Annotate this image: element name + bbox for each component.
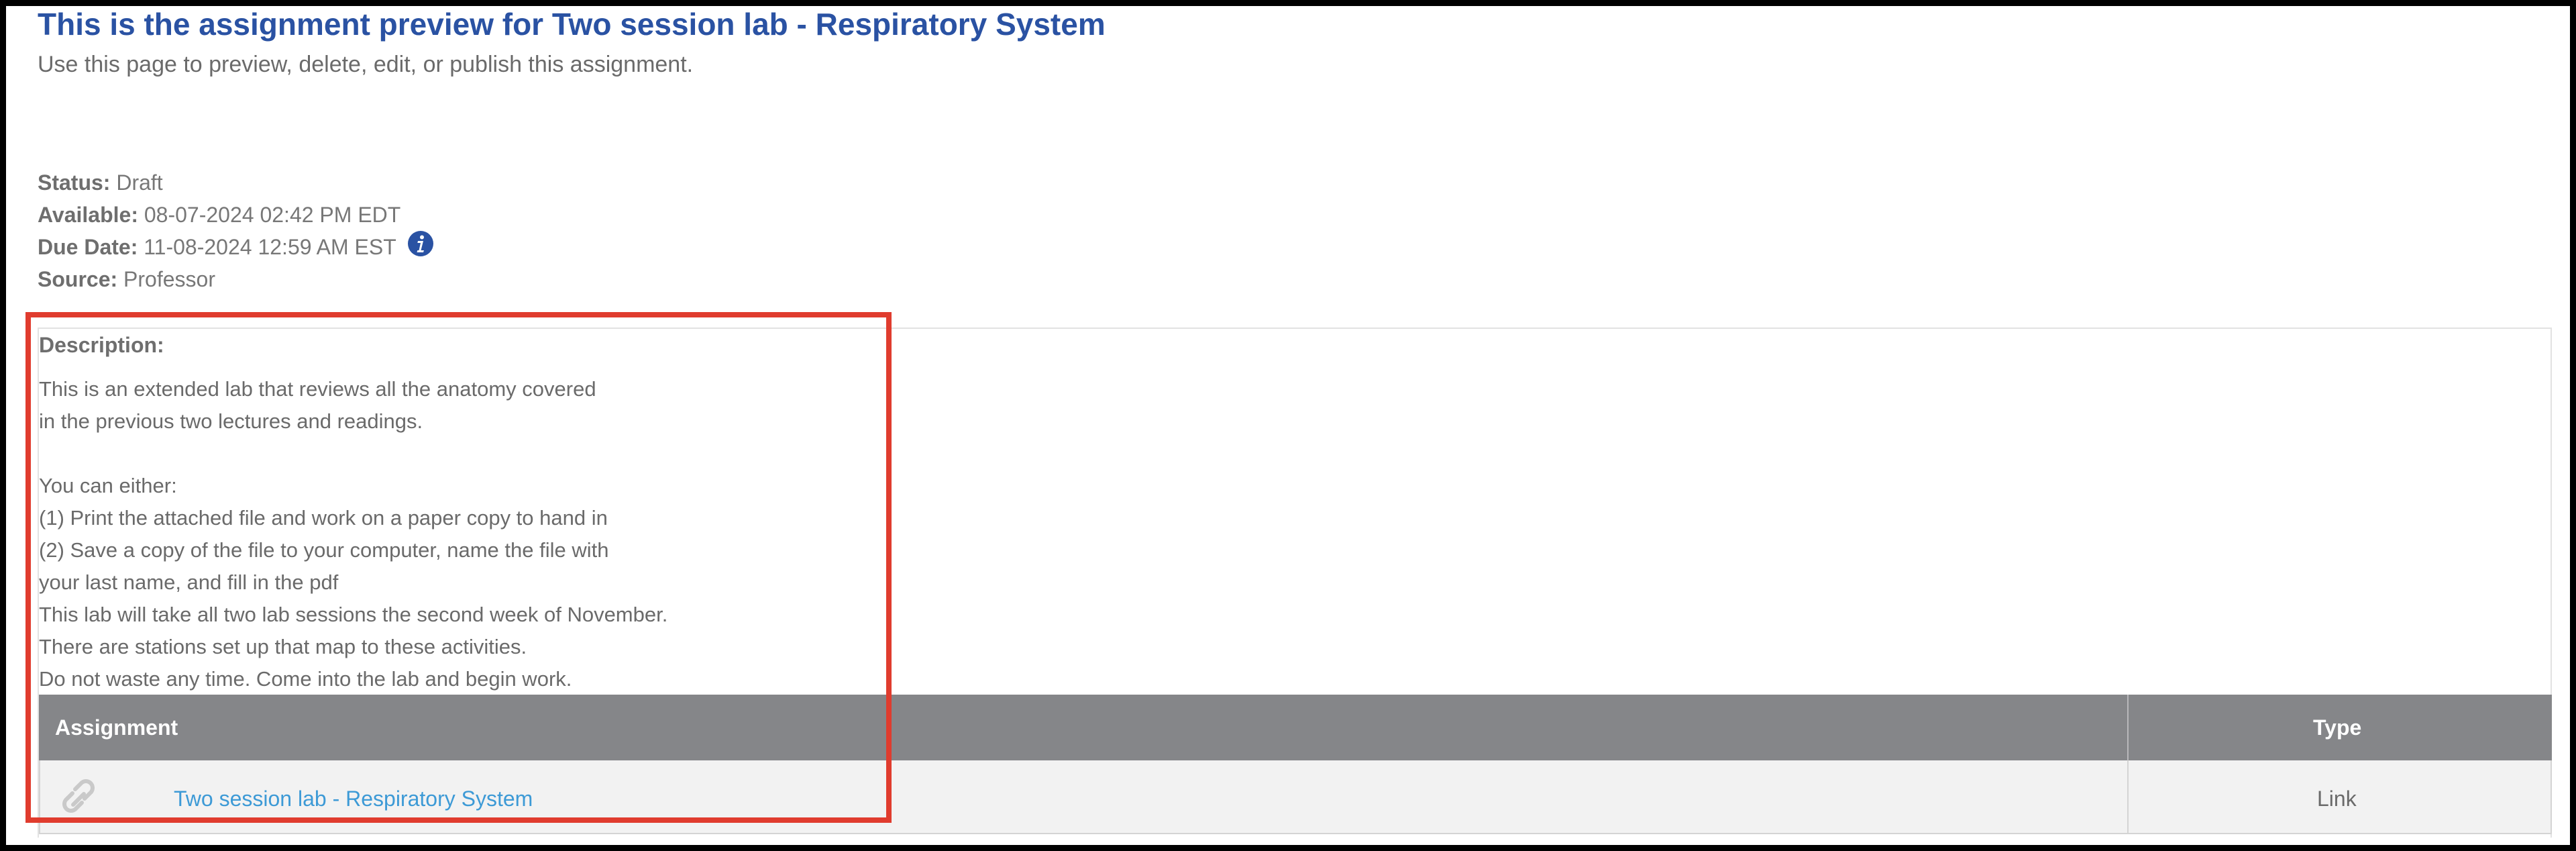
due-date-label: Due Date: <box>38 235 138 259</box>
source-label: Source: <box>38 267 118 291</box>
info-icon[interactable] <box>407 230 434 264</box>
available-label: Available: <box>38 203 138 227</box>
column-header-type[interactable]: Type <box>2313 713 2361 742</box>
due-date-value: 11-08-2024 12:59 AM EST <box>144 235 396 259</box>
available-row: Available: 08-07-2024 02:42 PM EDT <box>38 200 400 230</box>
status-label: Status: <box>38 170 111 195</box>
status-row: Status: Draft <box>38 168 163 197</box>
description-text: This is an extended lab that reviews all… <box>39 377 668 691</box>
due-date-row: Due Date: 11-08-2024 12:59 AM EST <box>38 230 434 264</box>
available-value: 08-07-2024 02:42 PM EDT <box>144 203 401 227</box>
assignment-type: Link <box>2317 787 2357 811</box>
page-title: This is the assignment preview for Two s… <box>38 7 1106 42</box>
link-icon <box>55 776 102 819</box>
column-header-assignment[interactable]: Assignment <box>55 713 178 742</box>
row-divider <box>2127 760 2129 834</box>
page-subtitle: Use this page to preview, delete, edit, … <box>38 52 694 77</box>
assignment-link[interactable]: Two session lab - Respiratory System <box>174 784 533 813</box>
column-divider <box>2127 695 2129 760</box>
status-value: Draft <box>116 170 163 195</box>
source-value: Professor <box>123 267 215 291</box>
description-label: Description: <box>39 333 164 357</box>
source-row: Source: Professor <box>38 264 215 294</box>
table-header <box>39 695 2552 760</box>
